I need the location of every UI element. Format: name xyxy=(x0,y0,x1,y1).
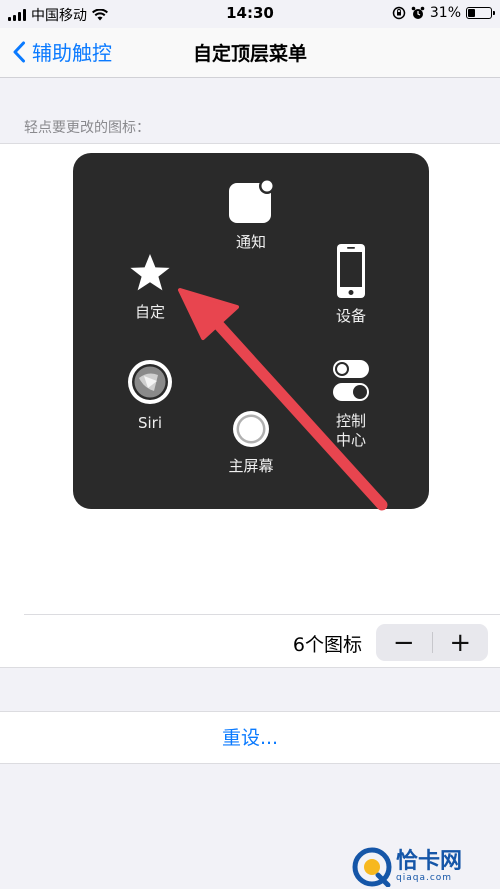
menu-item-device[interactable]: 设备 xyxy=(319,243,383,326)
menu-item-label: 通知 xyxy=(235,233,266,251)
section-header: 轻点要更改的图标： xyxy=(24,120,150,136)
control-center-icon xyxy=(333,360,369,401)
menu-item-control-center[interactable]: 控制中心 xyxy=(319,358,383,450)
menu-item-label: 主屏幕 xyxy=(228,457,274,475)
battery-percent: 31% xyxy=(429,5,461,21)
home-button-icon xyxy=(233,411,269,447)
watermark-subtitle: qiaqa.com xyxy=(396,873,453,883)
battery-icon xyxy=(466,7,495,19)
watermark-text: 恰卡网 qiaqa.com xyxy=(396,849,463,884)
watermark-title: 恰卡网 xyxy=(396,849,463,874)
alarm-icon xyxy=(411,6,425,19)
status-right: 31% xyxy=(392,5,495,21)
status-bar: 中国移动 14:30 31% xyxy=(0,0,500,28)
reset-button[interactable]: 重设... xyxy=(0,711,500,764)
notification-icon xyxy=(229,179,275,223)
menu-item-label: Siri xyxy=(137,414,163,432)
icon-count-stepper: − + xyxy=(376,624,488,661)
menu-item-home[interactable]: 主屏幕 xyxy=(211,409,291,476)
menu-item-label: 设备 xyxy=(335,307,366,325)
icon-count-row: 6个图标 − + xyxy=(24,614,500,669)
increment-button[interactable]: + xyxy=(433,624,489,661)
menu-item-siri[interactable]: Siri xyxy=(118,358,182,433)
siri-icon xyxy=(128,360,172,404)
assistive-touch-menu: 通知 自定 设备 Siri 主屏幕 控制中心 xyxy=(73,153,429,509)
battery-level xyxy=(468,9,475,17)
orientation-lock-icon xyxy=(392,6,406,20)
icon-count-label: 6个图标 xyxy=(292,634,362,656)
watermark-icon xyxy=(352,847,392,887)
menu-item-notification[interactable]: 通知 xyxy=(219,179,283,252)
menu-item-label: 自定 xyxy=(134,303,165,321)
star-icon xyxy=(130,254,170,291)
navigation-bar: 辅助触控 自定顶层菜单 xyxy=(0,28,500,78)
device-icon xyxy=(337,244,365,298)
page-title: 自定顶层菜单 xyxy=(192,43,307,65)
menu-item-custom[interactable]: 自定 xyxy=(118,251,182,322)
menu-editor-panel: 通知 自定 设备 Siri 主屏幕 控制中心 6个图标 − + xyxy=(0,143,500,668)
watermark-logo: 恰卡网 qiaqa.com xyxy=(352,845,500,889)
decrement-button[interactable]: − xyxy=(376,624,432,661)
menu-item-label: 控制中心 xyxy=(335,412,366,449)
